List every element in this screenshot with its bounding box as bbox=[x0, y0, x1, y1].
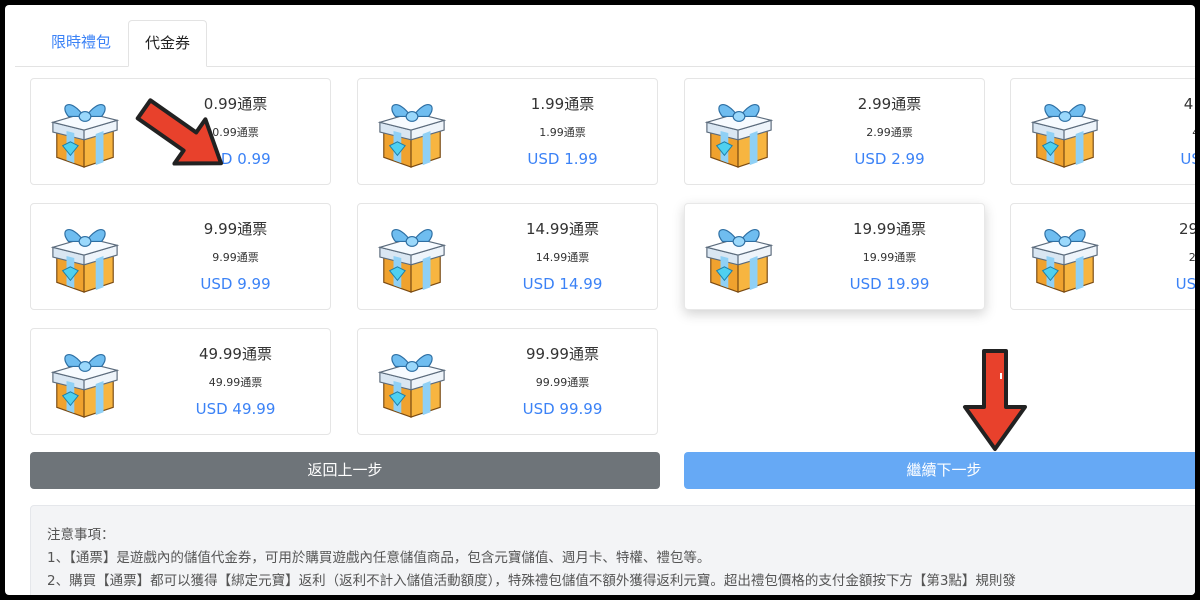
gift-box-icon bbox=[706, 229, 772, 293]
voucher-page: 限時禮包 代金券 0.99通票 0.99通票 USD 0.99 1.99通票 1.99通… bbox=[5, 5, 1195, 595]
voucher-card-text: 9.99通票 9.99通票 USD 9.99 bbox=[141, 204, 330, 309]
voucher-price: USD 0.99 bbox=[200, 150, 271, 168]
voucher-card[interactable]: 49.99通票 49.99通票 USD 49.99 bbox=[30, 328, 331, 435]
voucher-card-text: 14.99通票 14.99通票 USD 14.99 bbox=[468, 204, 657, 309]
gift-box-icon bbox=[52, 104, 118, 168]
voucher-price: USD 29.99 bbox=[1175, 275, 1195, 293]
voucher-card[interactable]: 29.99通票 29.99通票 USD 29.99 bbox=[1010, 203, 1195, 310]
voucher-subtitle: 14.99通票 bbox=[535, 251, 590, 264]
voucher-title: 1.99通票 bbox=[530, 95, 595, 113]
voucher-card-text: 19.99通票 19.99通票 USD 19.99 bbox=[795, 204, 984, 309]
voucher-subtitle: 4.99通票 bbox=[1121, 124, 1195, 140]
gift-box-icon bbox=[379, 229, 445, 293]
voucher-subtitle: 29.99通票 bbox=[1188, 251, 1195, 264]
voucher-price: USD 99.99 bbox=[522, 400, 603, 418]
voucher-card[interactable]: 4.99通票 4.99通票 USD 4.99 bbox=[1010, 78, 1195, 185]
voucher-price: USD 4.99 bbox=[1180, 150, 1195, 168]
voucher-title: 19.99通票 bbox=[853, 220, 926, 238]
voucher-price: USD 9.99 bbox=[200, 275, 271, 293]
notice-line-1: 1、【通票】是遊戲內的儲值代金券，可用於購買遊戲內任意儲值商品，包含元寶儲值、週… bbox=[47, 550, 711, 566]
voucher-subtitle: 2.99通票 bbox=[866, 126, 913, 139]
voucher-card-text: 2.99通票 2.99通票 USD 2.99 bbox=[795, 79, 984, 184]
gift-box-icon bbox=[52, 354, 118, 418]
voucher-title: 14.99通票 bbox=[526, 220, 599, 238]
tab-bar: 限時禮包 代金券 bbox=[15, 20, 1195, 67]
voucher-card-text: 1.99通票 1.99通票 USD 1.99 bbox=[468, 79, 657, 184]
voucher-card-text: 4.99通票 4.99通票 USD 4.99 bbox=[1121, 79, 1195, 184]
back-button[interactable]: 返回上一步 bbox=[30, 452, 660, 489]
voucher-card-text: 99.99通票 99.99通票 USD 99.99 bbox=[468, 329, 657, 434]
voucher-title: 99.99通票 bbox=[526, 345, 599, 363]
voucher-card-text: 29.99通票 29.99通票 USD 29.99 bbox=[1121, 204, 1195, 309]
voucher-price: USD 19.99 bbox=[849, 275, 930, 293]
gift-box-icon bbox=[52, 229, 118, 293]
gift-box-icon bbox=[1032, 229, 1098, 293]
voucher-subtitle: 9.99通票 bbox=[212, 251, 259, 264]
voucher-card[interactable]: 19.99通票 19.99通票 USD 19.99 bbox=[684, 203, 985, 310]
voucher-price: USD 2.99 bbox=[854, 150, 925, 168]
voucher-price: USD 1.99 bbox=[527, 150, 598, 168]
voucher-title: 29.99通票 bbox=[1179, 220, 1195, 238]
voucher-title: 0.99通票 bbox=[203, 95, 268, 113]
voucher-card[interactable]: 1.99通票 1.99通票 USD 1.99 bbox=[357, 78, 658, 185]
next-button[interactable]: 繼續下一步 bbox=[684, 452, 1195, 489]
voucher-card[interactable]: 2.99通票 2.99通票 USD 2.99 bbox=[684, 78, 985, 185]
notice-panel: 注意事項： 1、【通票】是遊戲內的儲值代金券，可用於購買遊戲內任意儲值商品，包含… bbox=[30, 505, 1195, 595]
voucher-subtitle: 49.99通票 bbox=[208, 376, 263, 389]
voucher-card[interactable]: 9.99通票 9.99通票 USD 9.99 bbox=[30, 203, 331, 310]
tab-limited-gift-pack[interactable]: 限時禮包 bbox=[35, 20, 127, 65]
voucher-price: USD 49.99 bbox=[195, 400, 276, 418]
voucher-card[interactable]: 14.99通票 14.99通票 USD 14.99 bbox=[357, 203, 658, 310]
voucher-subtitle: 99.99通票 bbox=[535, 376, 590, 389]
tab-voucher[interactable]: 代金券 bbox=[128, 20, 208, 67]
voucher-card-text: 0.99通票 0.99通票 USD 0.99 bbox=[141, 79, 330, 184]
gift-box-icon bbox=[706, 104, 772, 168]
voucher-subtitle: 0.99通票 bbox=[212, 126, 259, 139]
gift-box-icon bbox=[1032, 104, 1098, 168]
voucher-title: 4.99通票 bbox=[1183, 95, 1195, 113]
voucher-subtitle: 19.99通票 bbox=[862, 251, 917, 264]
voucher-title: 49.99通票 bbox=[199, 345, 272, 363]
voucher-card[interactable]: 99.99通票 99.99通票 USD 99.99 bbox=[357, 328, 658, 435]
gift-box-icon bbox=[379, 354, 445, 418]
red-arrow-icon bbox=[963, 349, 1027, 451]
voucher-title: 2.99通票 bbox=[857, 95, 922, 113]
voucher-card-text: 49.99通票 49.99通票 USD 49.99 bbox=[141, 329, 330, 434]
voucher-title: 9.99通票 bbox=[203, 220, 268, 238]
voucher-subtitle: 1.99通票 bbox=[539, 126, 586, 139]
notice-line-2: 2、購買【通票】都可以獲得【綁定元寶】返利（返利不計入儲值活動額度），特殊禮包儲… bbox=[47, 573, 1016, 589]
voucher-price: USD 14.99 bbox=[522, 275, 603, 293]
notice-title: 注意事項： bbox=[47, 527, 115, 543]
gift-box-icon bbox=[379, 104, 445, 168]
voucher-card[interactable]: 0.99通票 0.99通票 USD 0.99 bbox=[30, 78, 331, 185]
